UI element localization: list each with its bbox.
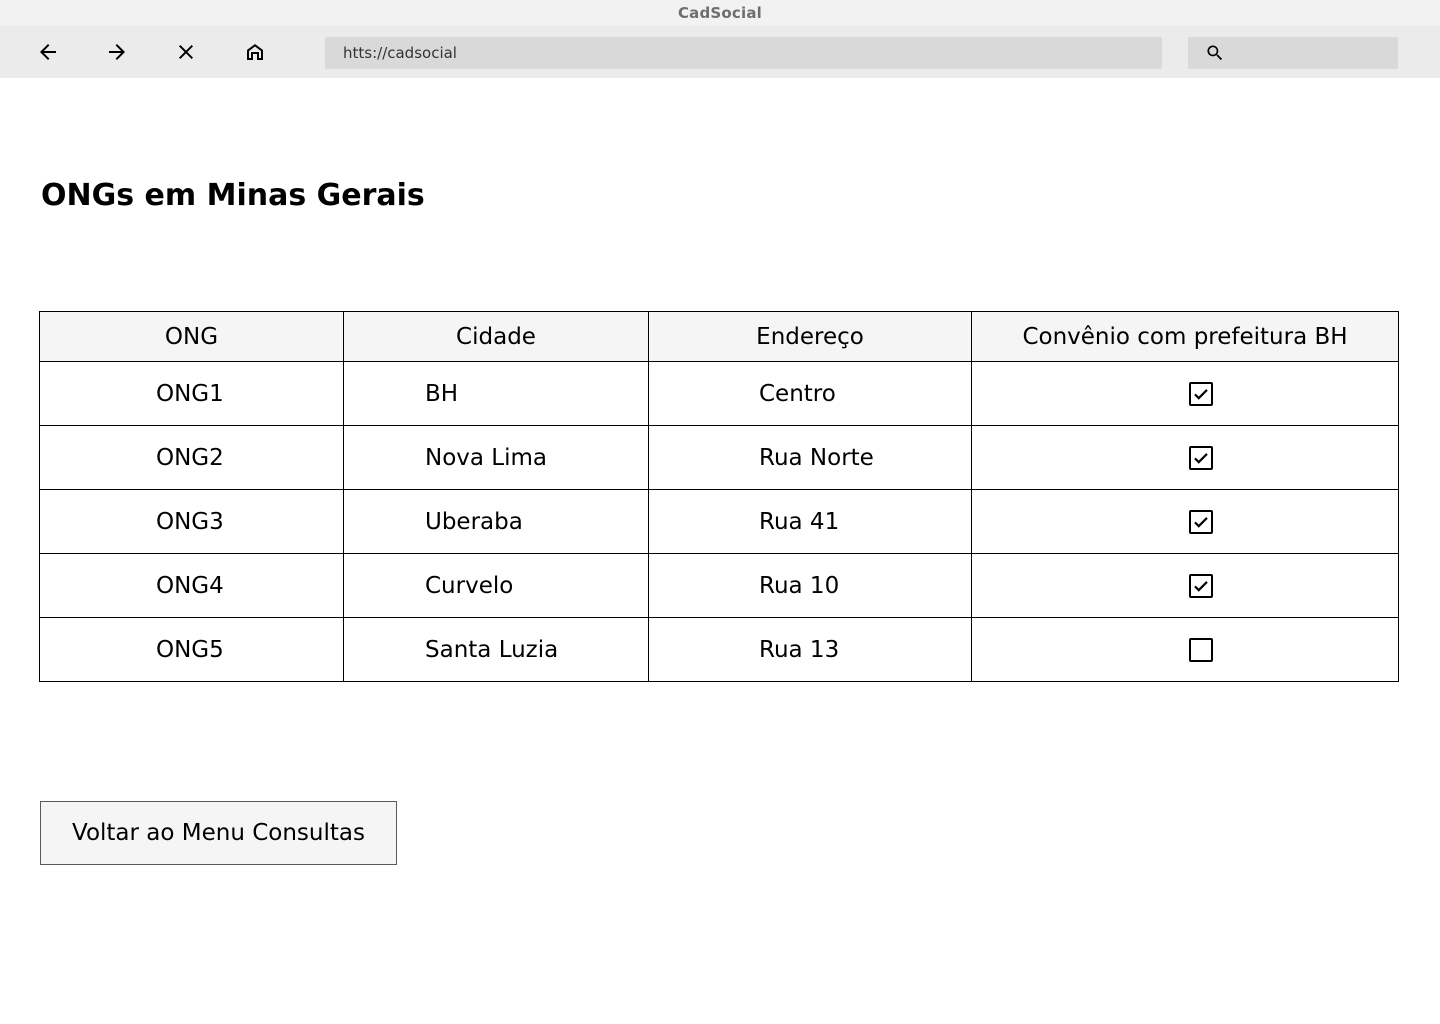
cell-endereco: Rua Norte: [648, 425, 972, 490]
cell-endereco: Rua 41: [648, 489, 972, 554]
checkbox-checked[interactable]: [1189, 446, 1213, 470]
cell-cidade: Nova Lima: [343, 425, 649, 490]
table-header-row: ONG Cidade Endereço Convênio com prefeit…: [39, 311, 1399, 362]
cell-endereco: Centro: [648, 361, 972, 426]
table-row: ONG5 Santa Luzia Rua 13: [39, 617, 1399, 682]
checkbox-checked[interactable]: [1189, 574, 1213, 598]
column-header-ong: ONG: [39, 311, 344, 362]
checkmark-icon: [1194, 581, 1208, 592]
cell-ong: ONG1: [39, 361, 344, 426]
cell-convenio: [971, 553, 1399, 618]
cell-endereco: Rua 13: [648, 617, 972, 682]
checkbox-unchecked[interactable]: [1189, 638, 1213, 662]
cell-endereco: Rua 10: [648, 553, 972, 618]
stop-button[interactable]: [170, 35, 202, 69]
column-header-cidade: Cidade: [343, 311, 649, 362]
checkbox-checked[interactable]: [1189, 510, 1213, 534]
search-input[interactable]: [1188, 37, 1398, 69]
url-bar[interactable]: htts://cadsocial: [325, 37, 1162, 69]
back-to-menu-button[interactable]: Voltar ao Menu Consultas: [40, 801, 397, 865]
window-title: CadSocial: [677, 4, 763, 22]
checkmark-icon: [1194, 389, 1208, 400]
page-title: ONGs em Minas Gerais: [41, 178, 425, 213]
cell-ong: ONG5: [39, 617, 344, 682]
cell-cidade: Santa Luzia: [343, 617, 649, 682]
arrow-left-icon: [40, 44, 56, 60]
close-icon: [179, 45, 193, 59]
window-titlebar: CadSocial: [0, 0, 1440, 26]
cell-cidade: BH: [343, 361, 649, 426]
ongs-table: ONG Cidade Endereço Convênio com prefeit…: [39, 311, 1399, 682]
url-text: htts://cadsocial: [343, 44, 457, 62]
cell-convenio: [971, 425, 1399, 490]
arrow-right-icon: [109, 44, 125, 60]
cell-convenio: [971, 617, 1399, 682]
search-icon: [1207, 45, 1223, 61]
table-row: ONG4 Curvelo Rua 10: [39, 553, 1399, 618]
home-button[interactable]: [239, 35, 271, 69]
table-row: ONG1 BH Centro: [39, 361, 1399, 426]
cell-cidade: Curvelo: [343, 553, 649, 618]
checkmark-icon: [1194, 517, 1208, 528]
cell-convenio: [971, 489, 1399, 554]
back-button[interactable]: [32, 35, 64, 69]
cell-convenio: [971, 361, 1399, 426]
browser-toolbar: htts://cadsocial: [0, 26, 1440, 78]
cell-ong: ONG4: [39, 553, 344, 618]
checkbox-checked[interactable]: [1189, 382, 1213, 406]
cell-ong: ONG2: [39, 425, 344, 490]
table-row: ONG3 Uberaba Rua 41: [39, 489, 1399, 554]
column-header-convenio: Convênio com prefeitura BH: [971, 311, 1399, 362]
cell-ong: ONG3: [39, 489, 344, 554]
checkmark-icon: [1194, 453, 1208, 464]
table-row: ONG2 Nova Lima Rua Norte: [39, 425, 1399, 490]
forward-button[interactable]: [101, 35, 133, 69]
cell-cidade: Uberaba: [343, 489, 649, 554]
column-header-endereco: Endereço: [648, 311, 972, 362]
home-icon: [247, 44, 263, 60]
